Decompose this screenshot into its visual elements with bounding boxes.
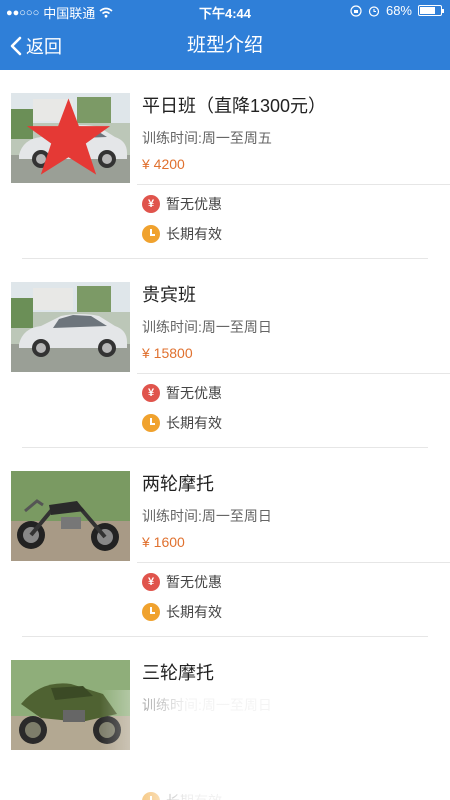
- course-name: 两轮摩托: [142, 474, 214, 494]
- rotation-lock-icon: [350, 4, 362, 17]
- clock-icon: [142, 225, 160, 243]
- battery-percent: 68%: [385, 3, 412, 18]
- course-price: ¥ 4200: [142, 156, 185, 172]
- yuan-icon: ¥: [142, 573, 160, 591]
- course-image: [11, 93, 130, 183]
- discount-row: ¥ 暂无优惠: [142, 572, 222, 592]
- motorcycle-image: [11, 660, 130, 750]
- course-price: ¥ 15800: [142, 345, 193, 361]
- validity-row: 长期有效: [142, 224, 222, 244]
- motorcycle-image: [11, 471, 130, 561]
- page-title: 班型介绍: [186, 35, 263, 56]
- course-name: 贵宾班: [142, 285, 196, 305]
- course-image: [11, 660, 130, 750]
- clock-icon: [142, 603, 160, 621]
- alarm-icon: [368, 5, 380, 17]
- discount-row: ¥ 暂无优惠: [142, 383, 222, 403]
- training-time: 训练时间:周一至周日: [142, 319, 272, 335]
- course-card[interactable]: 两轮摩托 训练时间:周一至周日 ¥ 1600 ¥ 暂无优惠 长期有效: [0, 448, 450, 637]
- course-name: 三轮摩托: [142, 663, 214, 683]
- clock-icon: [142, 792, 160, 800]
- yuan-icon: ¥: [142, 384, 160, 402]
- clock-icon: [142, 414, 160, 432]
- validity-text: 长期有效: [166, 604, 222, 620]
- validity-row: 长期有效: [142, 791, 222, 800]
- discount-text: 暂无优惠: [166, 196, 222, 212]
- training-time: 训练时间:周一至周五: [142, 130, 272, 146]
- course-card[interactable]: 三轮摩托 训练时间:周一至周日 长期有效: [0, 637, 450, 800]
- yuan-icon: ¥: [142, 195, 160, 213]
- nav-bar: 返回 班型介绍: [0, 22, 450, 70]
- validity-row: 长期有效: [142, 413, 222, 433]
- course-card[interactable]: 贵宾班 训练时间:周一至周日 ¥ 15800 ¥ 暂无优惠 长期有效: [0, 259, 450, 448]
- training-time: 训练时间:周一至周日: [142, 697, 272, 713]
- status-bar: ●●○○○ 中国联通 下午4:44 68%: [0, 0, 450, 22]
- special-offer-badge: [26, 98, 111, 175]
- validity-text: 长期有效: [166, 415, 222, 431]
- validity-text: 长期有效: [166, 226, 222, 242]
- battery-icon: [418, 5, 444, 16]
- discount-row: ¥ 暂无优惠: [142, 194, 222, 214]
- course-price: ¥ 1600: [142, 534, 185, 550]
- course-image: [11, 471, 130, 561]
- discount-text: 暂无优惠: [166, 574, 222, 590]
- validity-row: 长期有效: [142, 602, 222, 622]
- discount-text: 暂无优惠: [166, 385, 222, 401]
- course-list: 平日班（直降1300元） 训练时间:周一至周五 ¥ 4200 ¥ 暂无优惠 长期…: [0, 70, 450, 800]
- course-image: [11, 282, 130, 372]
- sedan-image: [11, 282, 130, 372]
- course-card[interactable]: 平日班（直降1300元） 训练时间:周一至周五 ¥ 4200 ¥ 暂无优惠 长期…: [0, 70, 450, 259]
- divider: [137, 184, 450, 185]
- divider: [137, 562, 450, 563]
- validity-text: 长期有效: [166, 791, 222, 800]
- course-name: 平日班（直降1300元）: [142, 96, 327, 116]
- divider: [137, 373, 450, 374]
- training-time: 训练时间:周一至周日: [142, 508, 272, 524]
